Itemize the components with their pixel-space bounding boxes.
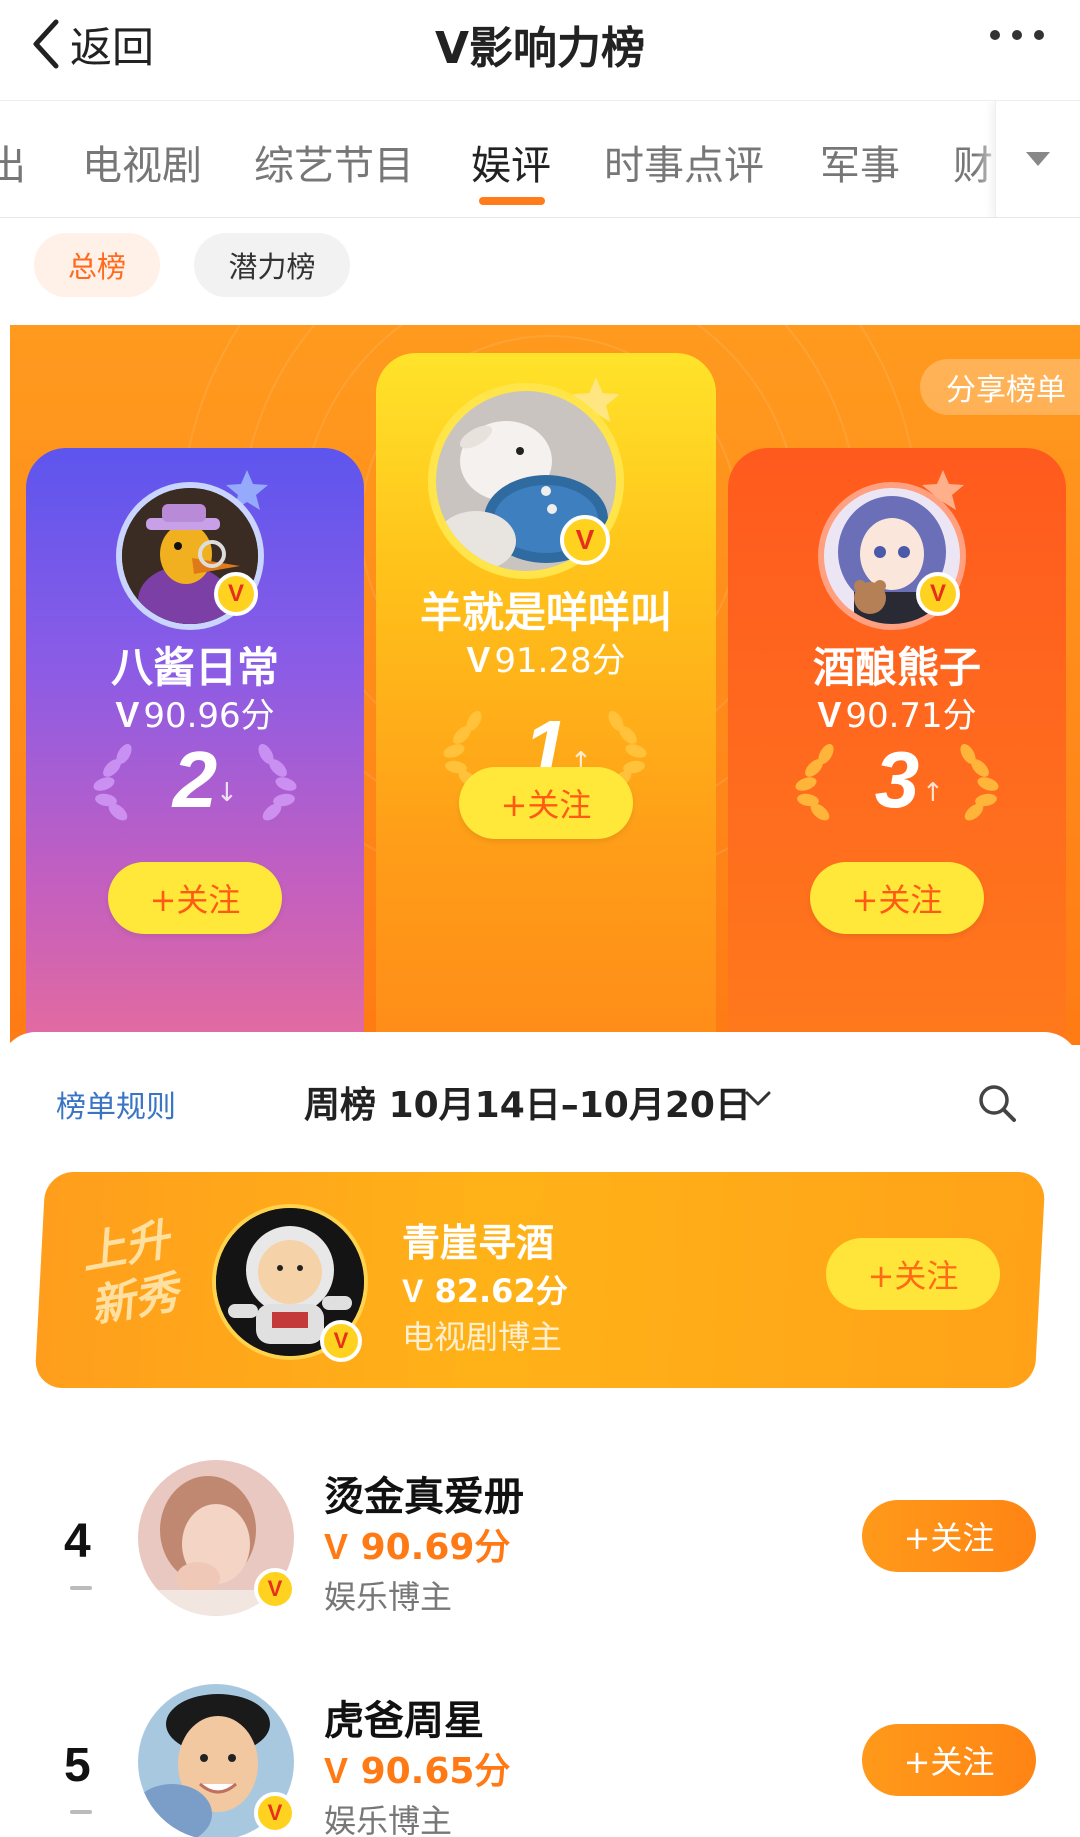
podium-score-rank-3: V 90.71分: [817, 694, 977, 736]
podium-score-rank-1: V 91.28分: [466, 639, 626, 681]
top-three-podium: 分享榜单 V 八酱日常 V 90.96分 2 ↓ +关注 V 羊就是咩咩叫 V …: [10, 325, 1080, 1045]
follow-button-rank-3[interactable]: +关注: [810, 862, 984, 934]
list-name: 烫金真爱册: [324, 1474, 524, 1520]
follow-button-rank-2[interactable]: +关注: [108, 862, 282, 934]
list-score: V 90.69分: [324, 1526, 511, 1568]
podium-score-rank-2: V 90.96分: [115, 694, 275, 736]
podium-name-rank-3: 酒酿熊子: [812, 643, 981, 692]
follow-button-rising-star[interactable]: +关注: [826, 1238, 1000, 1310]
podium-rank-3: 3: [874, 735, 920, 824]
verified-badge-icon: V: [320, 1320, 362, 1362]
more-dots-icon[interactable]: [990, 30, 1044, 40]
v-score-icon: V: [324, 1526, 349, 1567]
trend-flat-icon: [70, 1586, 92, 1590]
triangle-down-icon: [1026, 152, 1050, 166]
rising-star-tag: 上升 新秀: [77, 1214, 183, 1333]
tab-tv-series[interactable]: 电视剧: [82, 133, 202, 191]
podium-name-rank-2: 八酱日常: [110, 643, 279, 692]
podium-name-rank-1: 羊就是咩咩叫: [419, 588, 672, 637]
tab-military[interactable]: 军事: [820, 133, 900, 191]
follow-button[interactable]: +关注: [862, 1724, 1036, 1796]
rising-star-score: V 82.62分: [402, 1272, 568, 1310]
list-item[interactable]: 4 V 烫金真爱册 V 90.69分 娱乐博主 +关注: [0, 1450, 1080, 1650]
top-nav-bar: 返回 V影响力榜: [0, 0, 1080, 100]
follow-button[interactable]: +关注: [862, 1500, 1036, 1572]
trend-down-icon: ↓: [216, 778, 238, 808]
v-score-icon: V: [402, 1273, 424, 1309]
period-range: 10月14日–10月20日: [388, 1085, 751, 1126]
podium-card-rank-1: V 羊就是咩咩叫 V 91.28分 1 ↑ +关注: [376, 353, 716, 1045]
list-category: 娱乐博主: [324, 1802, 453, 1837]
list-rank: 4: [64, 1515, 91, 1568]
trend-flat-icon: [70, 1810, 92, 1814]
tab-current-affairs[interactable]: 时事点评: [604, 133, 764, 191]
follow-button-rank-1[interactable]: +关注: [459, 767, 633, 839]
verified-badge-icon: V: [214, 572, 258, 616]
ranking-rules-link[interactable]: 榜单规则: [56, 1082, 176, 1126]
list-score: V 90.65分: [324, 1750, 511, 1792]
verified-badge-icon: V: [916, 572, 960, 616]
rising-star-content: 上升 新秀 V 青崖寻酒 V 82.62分 电视剧博主 +关注: [40, 1172, 1040, 1388]
tab-entertainment-review[interactable]: 娱评: [471, 133, 551, 191]
verified-badge-icon: V: [254, 1568, 296, 1610]
subtab-potential[interactable]: 潜力榜: [194, 233, 350, 297]
rising-star-category: 电视剧博主: [402, 1318, 563, 1356]
verified-badge-icon: V: [560, 515, 610, 565]
period-label: 周榜: [304, 1085, 377, 1126]
list-name: 虎爸周星: [324, 1698, 484, 1744]
list-category: 娱乐博主: [324, 1578, 453, 1616]
rising-star-name: 青崖寻酒: [402, 1221, 555, 1265]
v-score-icon: V: [466, 639, 491, 680]
period-selector[interactable]: 周榜 10月14日–10月20日: [304, 1076, 751, 1128]
v-score-icon: V: [324, 1750, 349, 1791]
podium-card-rank-3: V 酒酿熊子 V 90.71分 3 ↑ +关注: [728, 448, 1066, 1045]
tab-variety[interactable]: 综艺节目: [254, 133, 414, 191]
share-ranking-button[interactable]: 分享榜单: [920, 359, 1080, 415]
active-tab-indicator: [479, 197, 545, 205]
ranking-list-sheet: 榜单规则 周榜 10月14日–10月20日 上升 新秀 V 青崖寻酒 V 82.…: [0, 1032, 1080, 1837]
list-item[interactable]: 5 V 虎爸周星 V 90.65分 娱乐博主 +关注: [0, 1674, 1080, 1837]
tab-more-button[interactable]: [995, 101, 1080, 217]
chevron-down-icon[interactable]: [744, 1090, 772, 1108]
v-score-icon: V: [115, 694, 140, 735]
v-score-icon: V: [817, 694, 842, 735]
tab-partial-left[interactable]: 出: [0, 133, 26, 191]
page-title: V影响力榜: [434, 23, 646, 74]
podium-card-rank-2: V 八酱日常 V 90.96分 2 ↓ +关注: [26, 448, 364, 1045]
verified-badge-icon: V: [254, 1792, 296, 1834]
category-tab-bar: 出 电视剧 综艺节目 娱评 时事点评 军事 财: [0, 100, 1080, 218]
list-rank: 5: [64, 1739, 91, 1792]
podium-rank-2: 2: [172, 735, 218, 824]
search-icon[interactable]: [976, 1082, 1018, 1124]
trend-up-icon: ↑: [922, 778, 944, 808]
subtab-overall[interactable]: 总榜: [34, 233, 160, 297]
